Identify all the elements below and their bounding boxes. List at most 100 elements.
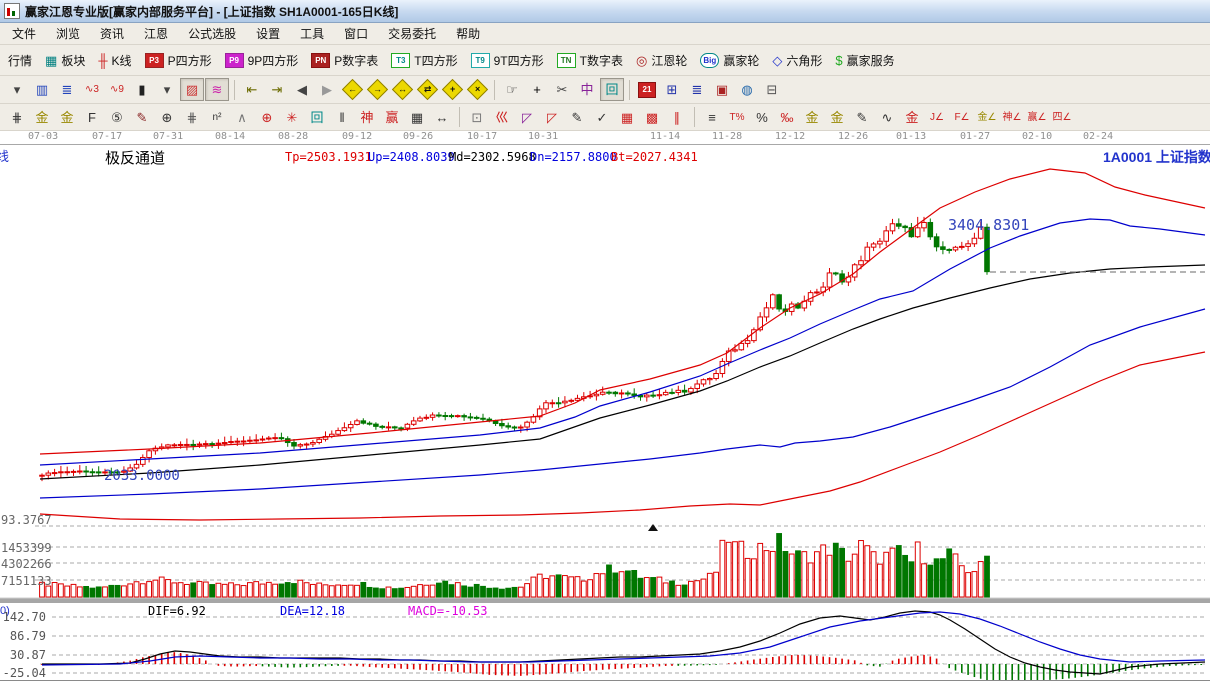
fibonacci-grid-icon[interactable]: F [80, 106, 104, 129]
t-table-button[interactable]: TNT数字表 [557, 52, 623, 69]
measure-cut-icon[interactable]: ✂ [550, 78, 574, 101]
pause-mark-icon[interactable]: ‖ [330, 106, 354, 129]
shen-angle-icon[interactable]: 神∠ [1000, 106, 1024, 129]
wave-9-icon[interactable]: ∿9 [105, 78, 129, 101]
expand-all-icon[interactable]: + [440, 78, 464, 101]
pen-tool-icon[interactable]: ✎ [130, 106, 154, 129]
circle-grid-icon[interactable]: ⊕ [155, 106, 179, 129]
winner-wheel-button[interactable]: Big赢家轮 [700, 52, 759, 69]
prev-bar-icon[interactable]: ◀ [290, 78, 314, 101]
grid-box-red-icon[interactable]: ▩ [640, 106, 664, 129]
first-bar-icon[interactable]: ⇤ [240, 78, 264, 101]
square-target-icon[interactable]: 回 [305, 106, 329, 129]
wave-3-icon[interactable]: ∿3 [80, 78, 104, 101]
print-icon[interactable]: ⊟ [760, 78, 784, 101]
n-squared-icon[interactable]: n² [205, 106, 229, 129]
width-measure-icon[interactable]: ↔ [430, 106, 454, 129]
chart-area[interactable]: 线极反通道Tp=2503.1931Up=2408.8039Md=2302.596… [0, 145, 1210, 681]
candle-style-dropdown-icon[interactable]: ▾ [155, 78, 179, 101]
pan-right-icon[interactable]: → [365, 78, 389, 101]
fan-box-red-icon[interactable]: ◸ [540, 106, 564, 129]
last-bar-icon[interactable]: ⇥ [265, 78, 289, 101]
kline-button[interactable]: ╫K线 [98, 52, 131, 69]
chart-canvas[interactable] [0, 145, 1210, 681]
f-angle-icon[interactable]: F∠ [950, 106, 974, 129]
wave-percent-icon[interactable]: ∿ [875, 106, 899, 129]
chart-window-icon[interactable]: ▥ [30, 78, 54, 101]
starburst-icon[interactable]: ✳ [280, 106, 304, 129]
pan-left-icon[interactable]: ← [340, 78, 364, 101]
t-square-button[interactable]: T3T四方形 [391, 52, 457, 69]
menu-item-8[interactable]: 窗口 [334, 23, 378, 44]
p-table-button[interactable]: PNP数字表 [311, 52, 378, 69]
menu-item-5[interactable]: 公式选股 [178, 23, 246, 44]
9p-square-button[interactable]: P99P四方形 [225, 52, 299, 69]
gold-bar-icon[interactable]: 金 [900, 106, 924, 129]
trend-pen-icon[interactable]: ✎ [565, 106, 589, 129]
four-angle-icon[interactable]: 四∠ [1050, 106, 1074, 129]
circle-cross-icon[interactable]: ⊕ [255, 106, 279, 129]
pattern-match-icon[interactable]: 回 [600, 78, 624, 101]
gann-wheel-button[interactable]: ◎江恩轮 [636, 52, 687, 69]
t-percent-icon[interactable]: T% [725, 106, 749, 129]
bars-tool-icon[interactable]: ≡ [700, 106, 724, 129]
shrink-x-icon[interactable]: ⇄ [415, 78, 439, 101]
volume-profile-icon[interactable]: ≋ [205, 78, 229, 101]
sectors-button[interactable]: ▦板块 [45, 52, 85, 69]
fan-red-icon[interactable]: 巛 [490, 106, 514, 129]
pan-hand-icon[interactable]: ☞ [500, 78, 524, 101]
9t-square-button[interactable]: T99T四方形 [471, 52, 544, 69]
calendar-icon[interactable]: 21 [635, 78, 659, 101]
gold-grid-icon[interactable]: 金 [30, 106, 54, 129]
spiral5-icon[interactable]: ⑤ [105, 106, 129, 129]
quotes-button[interactable]: 行情 [8, 52, 32, 69]
gold-lines-icon[interactable]: 金 [825, 106, 849, 129]
title-bar[interactable]: 赢家江恩专业版[赢家内部服务平台] - [上证指数 SH1A0001-165日K… [0, 0, 1210, 23]
gold-grid2-icon[interactable]: 金 [55, 106, 79, 129]
menu-item-10[interactable]: 帮助 [446, 23, 490, 44]
box-tool-icon[interactable]: ⊡ [465, 106, 489, 129]
parallel-lines-icon[interactable]: ∥ [665, 106, 689, 129]
percent-icon[interactable]: % [750, 106, 774, 129]
ying-angle-icon[interactable]: 赢∠ [1025, 106, 1049, 129]
app-icon [4, 3, 20, 19]
menu-item-9[interactable]: 交易委托 [378, 23, 446, 44]
fan-box-purple-icon[interactable]: ◸ [515, 106, 539, 129]
menu-item-1[interactable]: 文件 [2, 23, 46, 44]
crosshair-icon[interactable]: + [525, 78, 549, 101]
date-tick-07-31: 07-31 [153, 131, 183, 142]
p-square-button[interactable]: P3P四方形 [145, 52, 212, 69]
angle-mirror-icon[interactable]: ∧ [230, 106, 254, 129]
save-icon[interactable]: ▣ [710, 78, 734, 101]
j-angle-icon[interactable]: J∠ [925, 106, 949, 129]
view-mode-dropdown-icon[interactable]: ▾ [5, 78, 29, 101]
permille-icon[interactable]: ‰ [775, 106, 799, 129]
shen-grid-icon[interactable]: 神 [355, 106, 379, 129]
brush-icon[interactable]: ✎ [850, 106, 874, 129]
check-line-icon[interactable]: ✓ [590, 106, 614, 129]
web-export-icon[interactable]: ◍ [735, 78, 759, 101]
info-panel-icon[interactable]: ≣ [55, 78, 79, 101]
shrink-all-icon[interactable]: × [465, 78, 489, 101]
gold-circle-icon[interactable]: 金 [800, 106, 824, 129]
menu-item-4[interactable]: 江恩 [134, 23, 178, 44]
menu-item-6[interactable]: 设置 [246, 23, 290, 44]
region-stats-icon[interactable]: ▨ [180, 78, 204, 101]
expand-x-icon[interactable]: ↔ [390, 78, 414, 101]
calculator-icon[interactable]: ⊞ [660, 78, 684, 101]
report-icon[interactable]: ≣ [685, 78, 709, 101]
ying-grid-icon[interactable]: 赢 [380, 106, 404, 129]
menu-item-7[interactable]: 工具 [290, 23, 334, 44]
winner-service-button[interactable]: $赢家服务 [835, 52, 894, 69]
number-grid-icon[interactable]: ▦ [405, 106, 429, 129]
gann-grid-icon[interactable]: ⋕ [5, 106, 29, 129]
hexagon-button[interactable]: ◇六角形 [772, 52, 822, 69]
gold-angle-icon[interactable]: 金∠ [975, 106, 999, 129]
menu-item-2[interactable]: 浏览 [46, 23, 90, 44]
candle-style-icon[interactable]: ▮ [130, 78, 154, 101]
gann-seal-icon[interactable]: 中 [575, 78, 599, 101]
grid-red-icon[interactable]: ▦ [615, 106, 639, 129]
next-bar-icon[interactable]: ▶ [315, 78, 339, 101]
menu-item-3[interactable]: 资讯 [90, 23, 134, 44]
dense-grid-icon[interactable]: ⋕ [180, 106, 204, 129]
